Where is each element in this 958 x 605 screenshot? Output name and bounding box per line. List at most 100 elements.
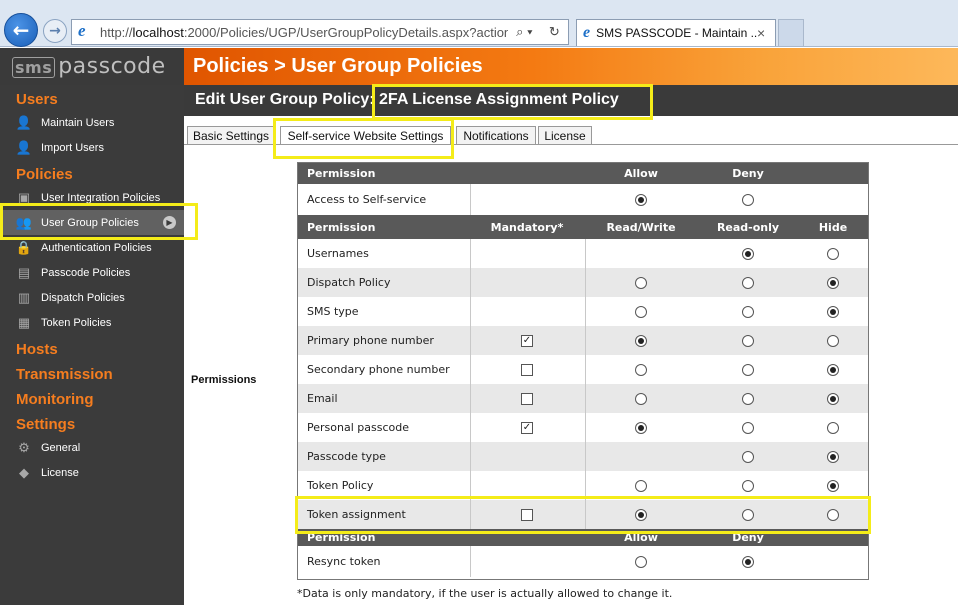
hide-radio[interactable] (827, 305, 839, 318)
hide-radio[interactable] (827, 450, 839, 463)
sidebar-item-passcode-policies[interactable]: ▤ Passcode Policies (0, 260, 184, 285)
tab-notifications[interactable]: Notifications (456, 126, 536, 145)
lock-icon: 🔒 (15, 239, 33, 255)
sidebar-item-label: Token Policies (41, 316, 112, 329)
hide-radio[interactable] (827, 508, 839, 521)
address-bar[interactable]: e http://localhost:2000/Policies/UGP/Use… (71, 19, 569, 45)
column-header-allow: Allow (624, 531, 658, 544)
read-write-radio[interactable] (635, 276, 647, 289)
sidebar-section-transmission[interactable]: Transmission (16, 366, 113, 383)
sidebar-item-user-group-policies[interactable]: 👥 User Group Policies ▶ (0, 210, 184, 235)
sidebar-section-monitoring[interactable]: Monitoring (16, 391, 93, 408)
mandatory-checkbox[interactable] (521, 363, 533, 376)
sidebar-item-import-users[interactable]: 👤 Import Users (0, 135, 184, 160)
read-only-radio[interactable] (742, 276, 754, 289)
sidebar-item-general[interactable]: ⚙ General (0, 435, 184, 460)
sidebar-item-label: Maintain Users (41, 116, 115, 129)
read-write-radio[interactable] (635, 479, 647, 492)
read-only-radio[interactable] (742, 334, 754, 347)
sidebar-item-label: Dispatch Policies (41, 291, 125, 304)
sidebar-section-users[interactable]: Users (16, 91, 58, 108)
page-header: Policies > User Group Policies (184, 48, 958, 85)
forward-button[interactable]: → (43, 19, 67, 43)
user-icon: 👤 (15, 114, 33, 130)
mandatory-checkbox[interactable] (521, 392, 533, 405)
mandatory-checkbox[interactable]: ✓ (521, 421, 533, 434)
chevron-right-icon: ▶ (163, 216, 176, 229)
back-button[interactable]: ← (4, 13, 38, 47)
sidebar-item-dispatch-policies[interactable]: ▥ Dispatch Policies (0, 285, 184, 310)
url-text[interactable]: http://localhost:2000/Policies/UGP/UserG… (100, 25, 508, 40)
sidebar-item-authentication-policies[interactable]: 🔒 Authentication Policies (0, 235, 184, 260)
table-row: Token Policy (298, 471, 868, 500)
table-row: Primary phone number ✓ (298, 326, 868, 355)
column-header-read-only: Read-only (716, 220, 780, 234)
column-header-allow: Allow (624, 167, 658, 180)
sidebar-item-label: Import Users (41, 141, 104, 154)
sidebar-section-hosts[interactable]: Hosts (16, 341, 58, 358)
tab-license[interactable]: License (538, 126, 592, 145)
read-only-radio[interactable] (742, 421, 754, 434)
read-write-radio[interactable] (635, 305, 647, 318)
footnote: *Data is only mandatory, if the user is … (297, 587, 673, 600)
allow-radio[interactable] (635, 555, 647, 568)
deny-radio[interactable] (742, 193, 754, 206)
read-only-radio[interactable] (742, 508, 754, 521)
read-write-radio[interactable] (635, 508, 647, 521)
group-icon: 👥 (15, 214, 33, 230)
new-tab-button[interactable] (778, 19, 804, 46)
allow-radio[interactable] (635, 193, 647, 206)
table-row: SMS type (298, 297, 868, 326)
tab-self-service-website-settings[interactable]: Self-service Website Settings (280, 126, 451, 145)
table-row: Email (298, 384, 868, 413)
permissions-label: Permissions (191, 374, 257, 386)
sidebar-item-token-policies[interactable]: ▦ Token Policies (0, 310, 184, 335)
sms-passcode-logo: sms passcode (12, 54, 166, 79)
column-header-mandatory: Mandatory* (490, 220, 564, 234)
hide-radio[interactable] (827, 334, 839, 347)
read-only-radio[interactable] (742, 479, 754, 492)
hide-radio[interactable] (827, 479, 839, 492)
arrow-right-icon: → (49, 23, 61, 39)
sidebar-section-policies[interactable]: Policies (16, 166, 73, 183)
column-header-permission: Permission (307, 531, 376, 544)
browser-tab[interactable]: e SMS PASSCODE - Maintain ... × (576, 19, 776, 46)
hide-radio[interactable] (827, 392, 839, 405)
hide-radio[interactable] (827, 276, 839, 289)
sidebar-item-license[interactable]: ◆ License (0, 460, 184, 485)
permission-label: Token assignment (307, 508, 406, 521)
sidebar-item-user-integration-policies[interactable]: ▣ User Integration Policies (0, 185, 184, 210)
read-only-radio[interactable] (742, 247, 754, 260)
close-tab-icon[interactable]: × (757, 25, 775, 41)
tab-basic-settings[interactable]: Basic Settings (187, 126, 275, 145)
gear-icon: ⚙ (18, 439, 30, 455)
sidebar-item-maintain-users[interactable]: 👤 Maintain Users (0, 110, 184, 135)
search-dropdown-icon[interactable]: ⌕ ▾ (516, 24, 532, 40)
mandatory-checkbox[interactable]: ✓ (521, 334, 533, 347)
mandatory-checkbox[interactable] (521, 508, 533, 521)
deny-radio[interactable] (742, 555, 754, 568)
sidebar-item-label: User Integration Policies (41, 191, 161, 204)
browser-toolbar: ← → e http://localhost:2000/Policies/UGP… (0, 0, 958, 47)
permission-label: Resync token (307, 555, 381, 568)
permission-label: Access to Self-service (307, 193, 427, 206)
hide-radio[interactable] (827, 363, 839, 376)
permission-label: Usernames (307, 247, 369, 260)
read-only-radio[interactable] (742, 392, 754, 405)
tab-title: SMS PASSCODE - Maintain ... (596, 26, 757, 40)
column-header-permission: Permission (307, 220, 376, 234)
read-only-radio[interactable] (742, 450, 754, 463)
hide-radio[interactable] (827, 421, 839, 434)
read-only-radio[interactable] (742, 305, 754, 318)
sidebar-section-settings[interactable]: Settings (16, 416, 75, 433)
hide-radio[interactable] (827, 247, 839, 260)
read-write-radio[interactable] (635, 334, 647, 347)
read-write-radio[interactable] (635, 421, 647, 434)
ie-logo-icon: e (583, 24, 591, 41)
read-only-radio[interactable] (742, 363, 754, 376)
token-icon: ▦ (17, 314, 31, 330)
read-write-radio[interactable] (635, 363, 647, 376)
refresh-icon[interactable]: ↻ (549, 24, 560, 40)
read-write-radio[interactable] (635, 392, 647, 405)
table-row: Token assignment (298, 500, 868, 529)
